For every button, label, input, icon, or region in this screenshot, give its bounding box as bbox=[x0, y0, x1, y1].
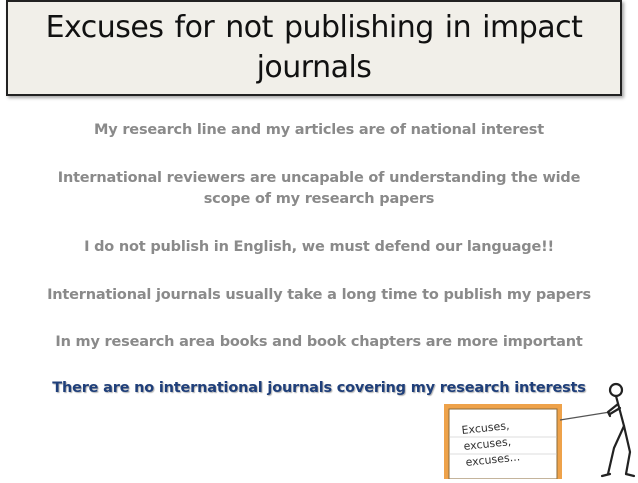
excuse-reviewers-line-2: scope of my research papers bbox=[203, 191, 435, 207]
excuse-language: I do not publish in English, we must def… bbox=[84, 239, 554, 255]
slide-title-line-1: Excuses for not publishing in impact bbox=[45, 10, 583, 45]
excuse-reviewers-line-1: International reviewers are uncapable of… bbox=[57, 170, 581, 186]
excuse-publication-time: International journals usually take a lo… bbox=[47, 287, 591, 303]
slide-title-line-2: journals bbox=[256, 50, 372, 85]
pull-rope bbox=[559, 411, 611, 421]
excuse-books-chapters: In my research area books and book chapt… bbox=[55, 334, 583, 350]
slide-title-box: Excuses for not publishing in impact jou… bbox=[6, 0, 622, 96]
slide-title: Excuses for not publishing in impact jou… bbox=[46, 8, 583, 88]
excuses-sign-illustration: Excuses, excuses, excuses... bbox=[440, 382, 638, 480]
stick-figure-icon bbox=[600, 382, 636, 478]
excuse-national-interest: My research line and my articles are of … bbox=[94, 122, 544, 138]
